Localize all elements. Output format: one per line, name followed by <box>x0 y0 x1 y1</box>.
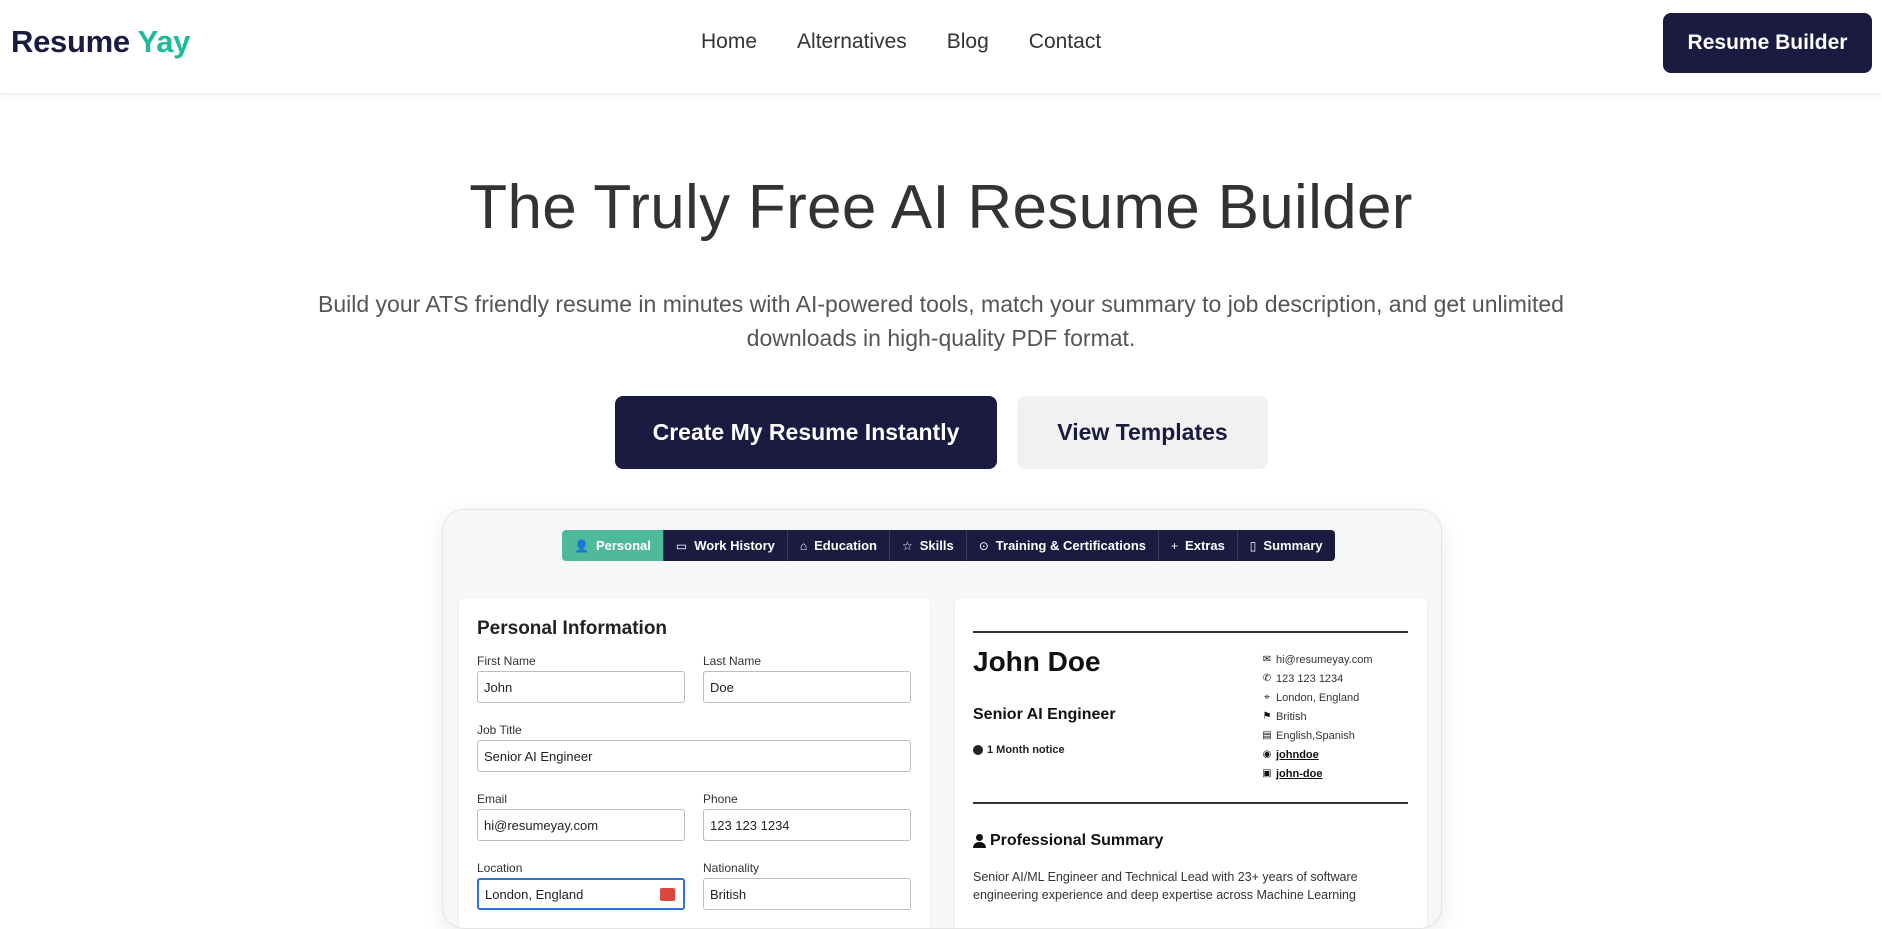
contact-text: London, England <box>1276 691 1360 704</box>
first-name-label: First Name <box>477 654 536 668</box>
summary-text: Senior AI/ML Engineer and Technical Lead… <box>973 870 1358 902</box>
linkedin-icon: ▣ <box>1262 768 1272 779</box>
tab-extras[interactable]: + Extras <box>1159 530 1238 561</box>
resume-preview: John Doe Senior AI Engineer 1 Month noti… <box>955 598 1427 928</box>
nationality-label: Nationality <box>703 861 760 875</box>
personal-info-form: Personal Information First Name John Las… <box>459 598 930 928</box>
tab-summary[interactable]: ▯ Summary <box>1237 530 1335 561</box>
contact-text: British <box>1276 710 1307 723</box>
resume-contacts: ✉ hi@resumeyay.com ✆ 123 123 1234 ⌖ London, E… <box>1262 650 1373 783</box>
clock-icon <box>973 745 983 755</box>
phone-label: Phone <box>703 792 738 806</box>
tab-training-certifications[interactable]: ⊙ Training & Certifications <box>966 530 1160 561</box>
contact-item[interactable]: ◉ johndoe <box>1262 745 1373 764</box>
builder-preview: 👤 Personal ▭ Work History ⌂ Education ☆ Skills ⊙… <box>442 509 1442 929</box>
form-title: Personal Information <box>477 618 668 639</box>
nationality-input[interactable]: British <box>703 878 911 910</box>
resume-job-title: Senior AI Engineer <box>973 706 1116 723</box>
location-input[interactable]: London, England <box>477 878 685 910</box>
resume-notice-text: 1 Month notice <box>987 744 1065 756</box>
badge-check-icon: ⊙ <box>978 538 989 553</box>
contact-text[interactable]: john-doe <box>1276 768 1322 780</box>
plus-icon: + <box>1171 538 1179 553</box>
hero-title: The Truly Free AI Resume Builder <box>469 173 1413 242</box>
nav-home[interactable]: Home <box>701 30 757 54</box>
nav-blog[interactable]: Blog <box>947 30 989 54</box>
resume-top-rule <box>973 631 1408 633</box>
star-icon: ☆ <box>901 538 913 553</box>
github-icon: ◉ <box>1262 749 1272 760</box>
phone-icon: ✆ <box>1262 673 1272 684</box>
phone-input[interactable]: 123 123 1234 <box>703 809 911 841</box>
email-label: Email <box>477 792 508 806</box>
tab-label: Education <box>814 538 877 553</box>
person-icon: 👤 <box>574 538 589 553</box>
hero-subtitle: Build your ATS friendly resume in minute… <box>318 291 1564 351</box>
job-title-input[interactable]: Senior AI Engineer <box>477 740 911 772</box>
nav-contact[interactable]: Contact <box>1029 30 1101 54</box>
contact-text: English,Spanish <box>1276 729 1355 742</box>
tab-label: Extras <box>1185 538 1225 553</box>
resume-notice: 1 Month notice <box>973 744 1065 756</box>
contact-text: 123 123 1234 <box>1276 672 1344 685</box>
resume-divider <box>973 802 1408 804</box>
flag-badge-icon <box>660 888 675 901</box>
nav-alternatives[interactable]: Alternatives <box>797 30 907 54</box>
envelope-icon: ✉ <box>1262 654 1272 665</box>
contact-text[interactable]: johndoe <box>1276 749 1319 761</box>
professional-summary-heading: Professional Summary <box>973 832 1163 850</box>
view-templates-button[interactable]: View Templates <box>1017 396 1268 469</box>
contact-item: ✉ hi@resumeyay.com <box>1262 650 1373 669</box>
contact-text: hi@resumeyay.com <box>1276 653 1373 666</box>
contact-item: ✆ 123 123 1234 <box>1262 669 1373 688</box>
main-nav: Home Alternatives Blog Contact <box>701 30 1141 54</box>
flag-icon: ⚑ <box>1262 711 1272 722</box>
language-icon: ▤ <box>1262 730 1272 741</box>
location-value: London, England <box>485 886 584 902</box>
contact-item: ⚑ British <box>1262 707 1373 726</box>
contact-item: ▤ English,Spanish <box>1262 726 1373 745</box>
logo-text-resume: Resume <box>11 24 130 59</box>
email-input[interactable]: hi@resumeyay.com <box>477 809 685 841</box>
graduation-cap-icon: ⌂ <box>799 538 808 553</box>
briefcase-icon: ▭ <box>675 538 688 553</box>
section-title: Professional Summary <box>990 832 1164 849</box>
last-name-label: Last Name <box>703 654 762 668</box>
resume-name: John Doe <box>973 646 1101 677</box>
logo-text-yay: Yay <box>137 24 191 59</box>
map-pin-icon: ⌖ <box>1264 692 1270 703</box>
tab-skills[interactable]: ☆ Skills <box>889 530 967 561</box>
first-name-input[interactable]: John <box>477 671 685 703</box>
tab-label: Summary <box>1263 538 1323 553</box>
person-icon <box>973 834 986 848</box>
tab-education[interactable]: ⌂ Education <box>787 530 890 561</box>
contact-item: ⌖ London, England <box>1262 688 1373 707</box>
create-resume-button[interactable]: Create My Resume Instantly <box>615 396 997 469</box>
tab-label: Personal <box>595 538 651 553</box>
builder-tabs: 👤 Personal ▭ Work History ⌂ Education ☆ Skills ⊙… <box>562 530 1335 561</box>
tab-label: Training & Certifications <box>995 538 1147 553</box>
tab-work-history[interactable]: ▭ Work History <box>663 530 788 561</box>
document-icon: ▯ <box>1249 538 1257 553</box>
tab-label: Work History <box>694 538 775 553</box>
site-header: Resume Yay Home Alternatives Blog Contac… <box>0 0 1882 93</box>
contact-item[interactable]: ▣ john-doe <box>1262 764 1373 783</box>
last-name-input[interactable]: Doe <box>703 671 911 703</box>
resume-builder-button[interactable]: Resume Builder <box>1663 13 1872 73</box>
location-label: Location <box>477 861 523 875</box>
site-logo[interactable]: Resume Yay <box>11 24 190 60</box>
job-title-label: Job Title <box>477 723 522 737</box>
tab-personal[interactable]: 👤 Personal <box>562 530 664 561</box>
tab-label: Skills <box>919 538 954 553</box>
